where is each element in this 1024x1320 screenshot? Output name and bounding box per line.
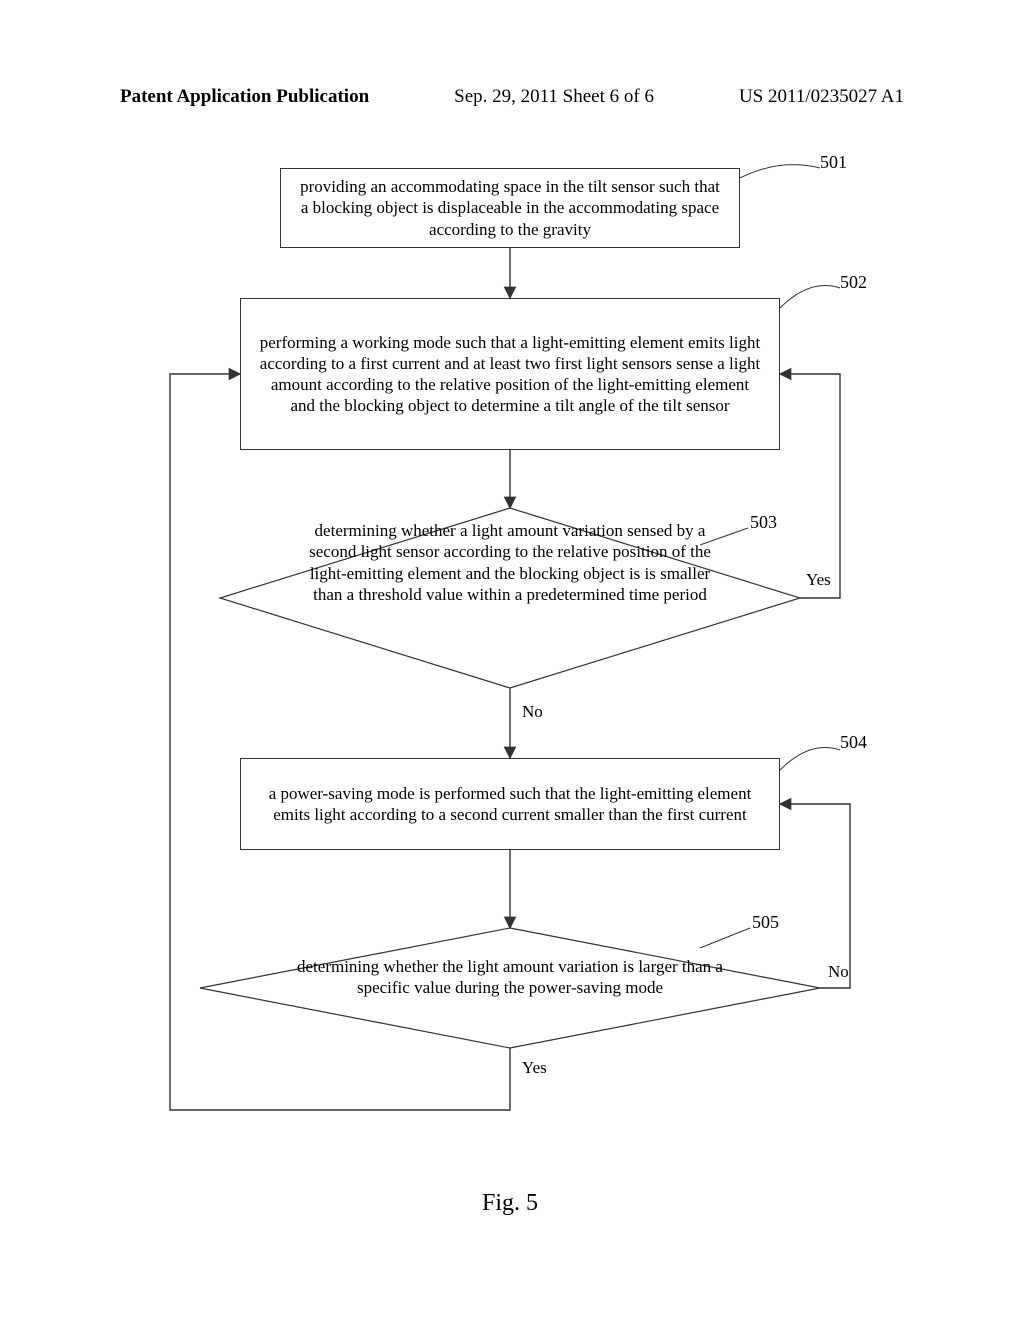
step-504-text: a power-saving mode is performed such th… <box>259 783 761 826</box>
page: Patent Application Publication Sep. 29, … <box>0 0 1024 1320</box>
flowchart: providing an accommodating space in the … <box>140 150 880 1230</box>
label-505: 505 <box>752 912 779 933</box>
edge-505-yes: Yes <box>522 1058 547 1078</box>
decision-505-text: determining whether the light amount var… <box>270 956 750 999</box>
decision-503-text: determining whether a light amount varia… <box>300 520 720 605</box>
edge-503-no: No <box>522 702 543 722</box>
edge-505-no: No <box>828 962 849 982</box>
page-header: Patent Application Publication Sep. 29, … <box>0 86 1024 108</box>
figure-caption: Fig. 5 <box>140 1190 880 1217</box>
label-502: 502 <box>840 272 867 293</box>
step-501-text: providing an accommodating space in the … <box>299 176 721 240</box>
step-502-text: performing a working mode such that a li… <box>259 332 761 417</box>
edge-503-yes: Yes <box>806 570 831 590</box>
header-left: Patent Application Publication <box>120 86 369 108</box>
label-501: 501 <box>820 152 847 173</box>
step-504: a power-saving mode is performed such th… <box>240 758 780 850</box>
label-503: 503 <box>750 512 777 533</box>
header-right: US 2011/0235027 A1 <box>739 86 904 108</box>
step-501: providing an accommodating space in the … <box>280 168 740 248</box>
header-center: Sep. 29, 2011 Sheet 6 of 6 <box>454 86 654 108</box>
step-502: performing a working mode such that a li… <box>240 298 780 450</box>
label-504: 504 <box>840 732 867 753</box>
